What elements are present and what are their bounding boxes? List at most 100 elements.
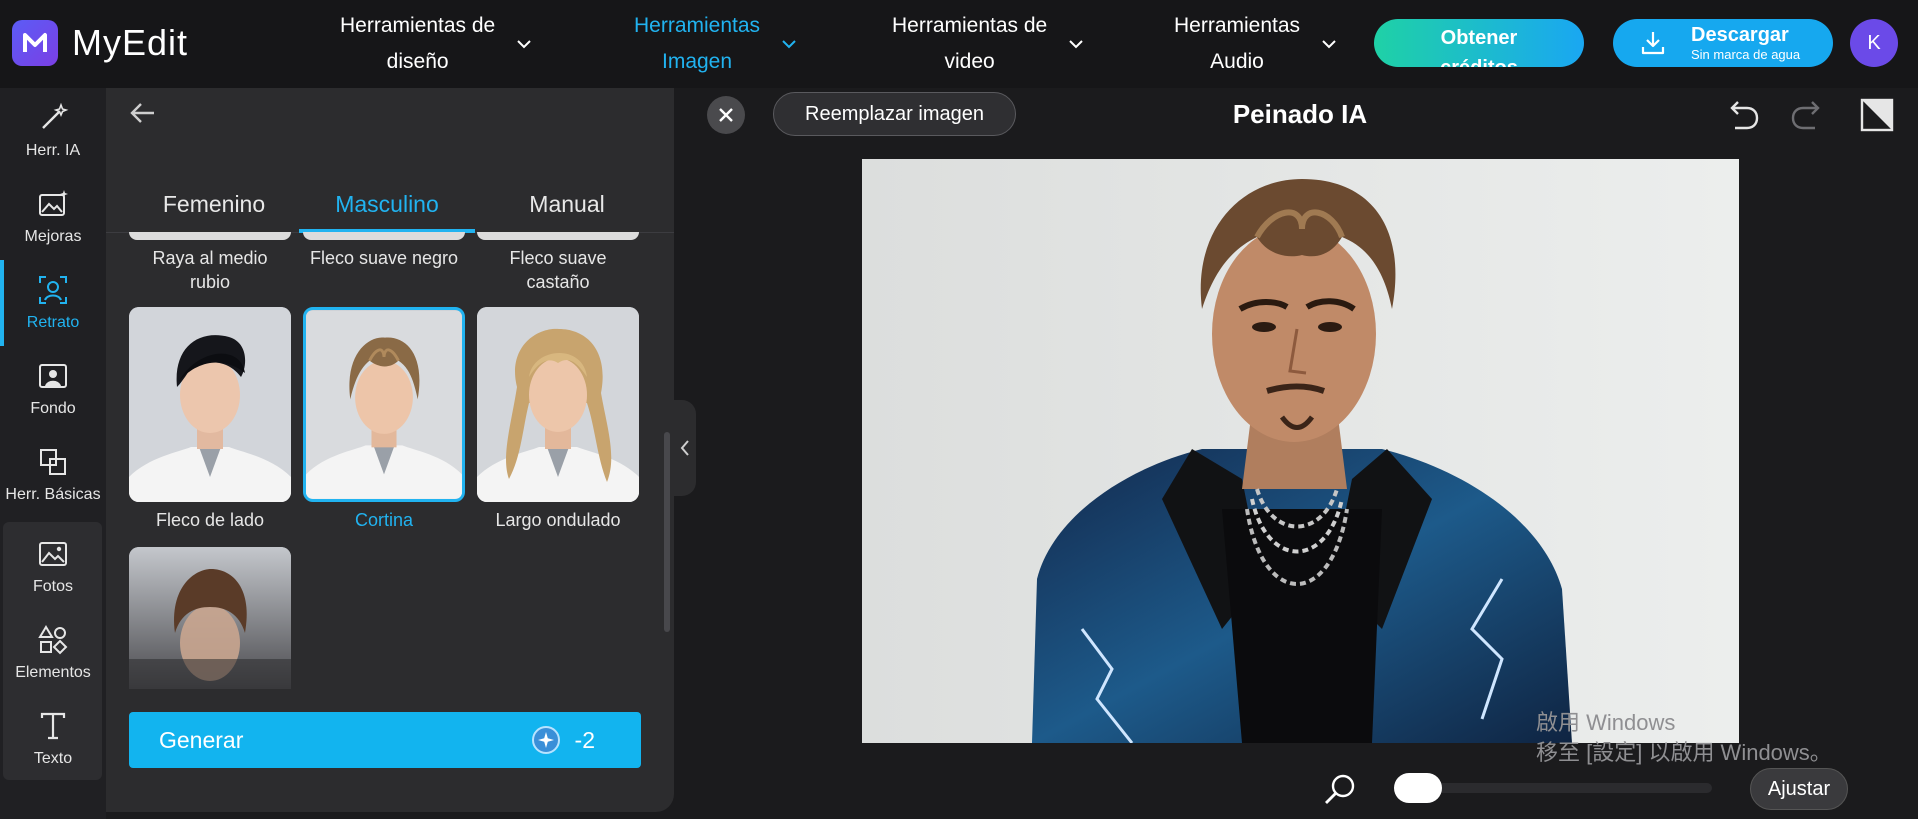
logo[interactable]: MyEdit (12, 20, 188, 66)
generate-label: Generar (159, 726, 244, 753)
hairstyle-preview-image (129, 547, 291, 689)
style-label-line1: Fleco suave negro (309, 248, 459, 268)
nav-label-line1: Herramientas (1174, 14, 1301, 37)
nav-label-line1: Herramientas (634, 14, 761, 37)
style-card-cortina[interactable] (303, 307, 465, 502)
rail-label: Herr. Básicas (5, 486, 101, 503)
download-label: Descargar (1691, 24, 1789, 46)
nav-label-line2: diseño (386, 50, 449, 73)
background-icon (39, 364, 67, 388)
rail-item-portrait[interactable]: Retrato (0, 260, 106, 346)
redo-icon[interactable] (1789, 96, 1827, 134)
rail-label: Elementos (15, 664, 91, 681)
rail-label: Fondo (30, 400, 76, 417)
compare-icon[interactable] (1858, 96, 1896, 134)
nav-video-tools[interactable]: Herramientas de video (892, 8, 1085, 80)
magic-wand-icon (42, 102, 69, 129)
top-bar: MyEdit Herramientas de diseño Herramienta… (0, 0, 1918, 88)
nav-label-line1: Herramientas de (340, 14, 496, 37)
credit-cost-value: -2 (574, 726, 595, 753)
back-arrow-icon[interactable] (128, 98, 158, 128)
style-card-largo-ondulado[interactable] (477, 307, 639, 502)
download-sublabel: Sin marca de agua (1691, 47, 1801, 62)
portrait-icon (39, 276, 67, 304)
zoom-icon[interactable] (1322, 772, 1358, 808)
rail-item-basic-tools[interactable]: Herr. Básicas (0, 432, 106, 518)
chevron-down-icon (782, 40, 796, 49)
windows-activation-watermark: 啟用 Windows 移至 [設定] 以啟用 Windows。 (1536, 708, 1832, 768)
tool-title: Peinado IA (1232, 99, 1368, 129)
style-label: Largo ondulado (495, 510, 621, 530)
style-label: Fleco suave castaño (472, 246, 644, 294)
nav-label-line1: Herramientas de (892, 14, 1048, 37)
tab-femenino[interactable]: Femenino (126, 176, 302, 232)
rail-item-ai-tools[interactable]: Herr. IA (0, 88, 106, 174)
rail-item-text[interactable]: Texto (0, 696, 106, 782)
style-thumbnail[interactable] (129, 232, 291, 240)
rail-label: Texto (33, 750, 73, 767)
style-label-line2: castaño (526, 272, 590, 292)
shapes-icon (38, 625, 68, 655)
credits-label-line2: créditos (1440, 57, 1518, 67)
rail-label: Fotos (32, 578, 73, 595)
credits-label-line1: Obtener (1440, 27, 1518, 49)
style-label-line1: Raya al medio (152, 248, 268, 268)
image-sparkle-icon (39, 190, 68, 216)
credit-cost: -2 (531, 725, 595, 755)
style-thumbnail[interactable] (477, 232, 639, 240)
zoom-slider-knob[interactable] (1394, 773, 1442, 803)
style-thumbnail[interactable] (303, 232, 465, 240)
portrait-photo (862, 159, 1739, 743)
chevron-down-icon (1322, 40, 1336, 49)
undo-icon[interactable] (1723, 96, 1761, 134)
tab-manual[interactable]: Manual (479, 176, 655, 232)
style-card[interactable] (129, 547, 291, 689)
chevron-down-icon (517, 40, 531, 49)
rail-label: Mejoras (24, 228, 82, 245)
app-name: MyEdit (72, 22, 189, 63)
scrolled-thumbnails (106, 232, 674, 242)
fit-button[interactable]: Ajustar (1750, 768, 1848, 810)
credit-coin-icon (531, 726, 560, 754)
watermark-line2: 移至 [設定] 以啟用 Windows。 (1536, 740, 1832, 765)
avatar[interactable]: K (1850, 19, 1898, 67)
style-label: Fleco de lado (155, 510, 265, 530)
chevron-left-icon (680, 440, 689, 456)
watermark-line1: 啟用 Windows (1536, 710, 1676, 735)
rail-label: Retrato (26, 314, 80, 331)
replace-image-button[interactable]: Reemplazar imagen (773, 92, 1016, 136)
photo-icon (39, 542, 67, 566)
crop-icon (40, 449, 66, 475)
style-label-line2: rubio (189, 272, 231, 292)
download-icon (1641, 32, 1665, 55)
nav-image-tools[interactable]: Herramientas Imagen (634, 8, 798, 80)
hairstyle-preview-image (477, 307, 639, 502)
style-label-selected: Cortina (354, 510, 414, 530)
hairstyle-panel: Femenino Masculino Manual Raya al medio r… (106, 88, 674, 812)
style-tabs: Femenino Masculino Manual (106, 176, 674, 233)
rail-item-enhance[interactable]: Mejoras (0, 174, 106, 260)
myedit-logo-icon (12, 20, 58, 66)
nav-design-tools[interactable]: Herramientas de diseño (340, 8, 533, 80)
rail-item-photos[interactable]: Fotos (0, 524, 106, 610)
close-button[interactable] (707, 96, 745, 134)
nav-label-line2: Imagen (662, 50, 733, 73)
download-button[interactable]: Descargar Sin marca de agua (1613, 19, 1833, 67)
hairstyle-preview-image (306, 310, 462, 499)
nav-label-line2: video (944, 50, 995, 73)
left-rail: Herr. IA Mejoras Retrato Fondo Herr. Bás… (0, 88, 106, 819)
get-credits-button[interactable]: Obtener créditos (1374, 19, 1584, 67)
close-icon (719, 108, 733, 122)
collapse-panel-handle[interactable] (674, 400, 696, 496)
style-card-fleco-de-lado[interactable] (129, 307, 291, 502)
text-icon (40, 712, 66, 740)
panel-scrollbar[interactable] (664, 432, 670, 632)
rail-item-background[interactable]: Fondo (0, 346, 106, 432)
rail-item-elements[interactable]: Elementos (0, 610, 106, 696)
style-label-line1: Fleco suave (509, 248, 607, 268)
rail-label: Herr. IA (25, 142, 81, 159)
tab-masculino[interactable]: Masculino (299, 176, 475, 233)
generate-button[interactable]: Generar -2 (129, 712, 641, 768)
nav-audio-tools[interactable]: Herramientas Audio (1174, 8, 1338, 80)
edited-photo[interactable] (862, 159, 1739, 743)
